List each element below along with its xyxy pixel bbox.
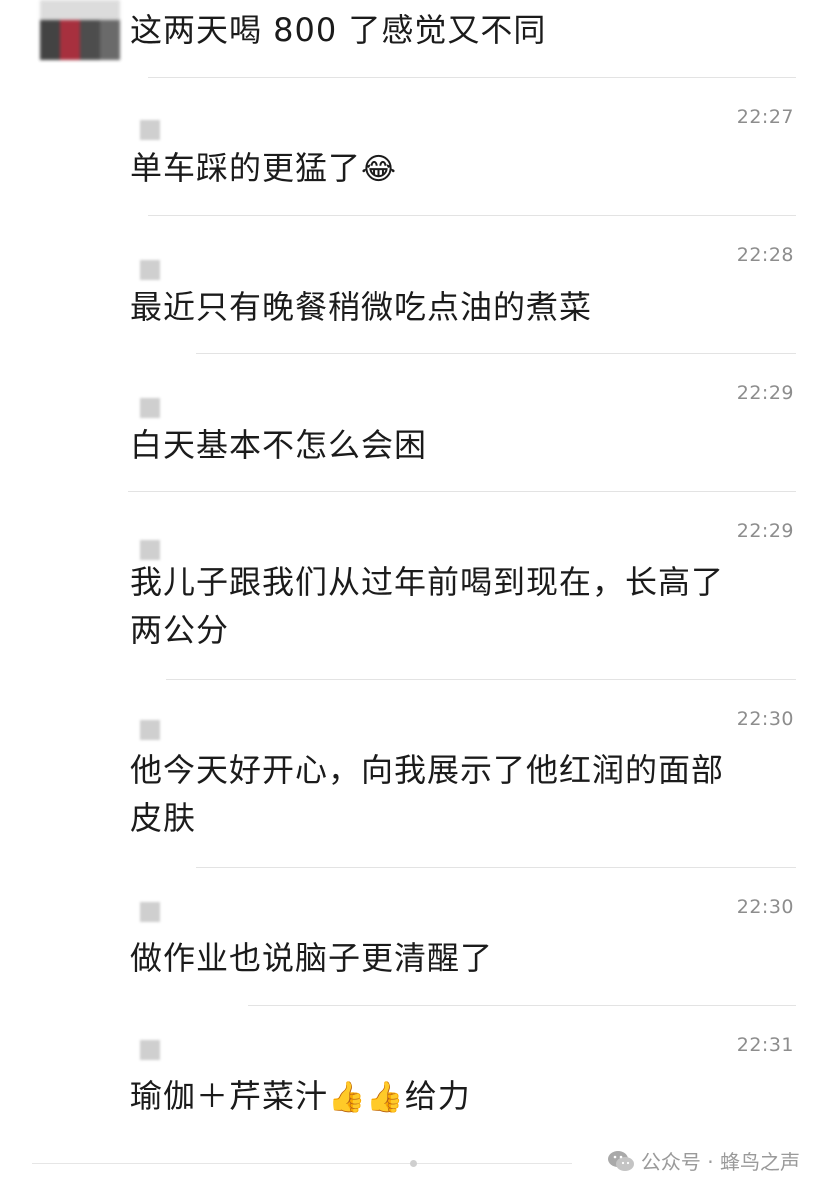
watermark-label: 公众号 · 蜂鸟之声: [640, 1150, 800, 1174]
message-divider: [196, 353, 796, 354]
message-text: 我儿子跟我们从过年前喝到现在，长高了 两公分: [130, 563, 725, 649]
message-body-suffix: 给力: [404, 1077, 471, 1115]
message-time: 22:30: [736, 896, 794, 918]
message-divider: [128, 491, 796, 492]
message-divider: [148, 215, 796, 216]
message-body: 瑜伽＋芹菜汁: [130, 1077, 329, 1115]
avatar[interactable]: [40, 0, 120, 60]
message-divider: [196, 867, 796, 868]
message-text: 最近只有晚餐稍微吃点油的煮菜: [130, 288, 593, 326]
avatar[interactable]: [140, 120, 160, 140]
footer-divider: [32, 1163, 572, 1164]
message-time: 22:27: [736, 106, 794, 128]
message-text: 他今天好开心，向我展示了他红润的面部 皮肤: [130, 751, 725, 837]
message-time: 22:30: [736, 708, 794, 730]
message-time: 22:31: [736, 1034, 794, 1056]
avatar[interactable]: [140, 1040, 160, 1060]
message-body: 单车踩的更猛了: [130, 149, 362, 187]
message-text: 瑜伽＋芹菜汁👍👍给力: [130, 1072, 471, 1122]
avatar[interactable]: [140, 398, 160, 418]
message-divider: [248, 1005, 796, 1006]
message-text: 白天基本不怎么会困: [130, 426, 428, 464]
laughing-emoji-icon: 😂: [361, 152, 398, 187]
message-text: 做作业也说脑子更清醒了: [130, 939, 494, 977]
watermark: 公众号 · 蜂鸟之声: [607, 1146, 800, 1175]
avatar[interactable]: [140, 902, 160, 922]
message-time: 22:28: [736, 244, 794, 266]
message-divider: [148, 77, 796, 78]
message-text: 这两天喝 800 了感觉又不同: [130, 11, 547, 49]
wechat-icon: [607, 1150, 634, 1171]
message-divider: [166, 679, 796, 680]
message-time: 22:29: [736, 382, 794, 404]
message-text: 单车踩的更猛了😂: [130, 144, 397, 194]
footer-dot: [410, 1160, 417, 1167]
avatar[interactable]: [140, 260, 160, 280]
avatar[interactable]: [140, 540, 160, 560]
avatar[interactable]: [140, 720, 160, 740]
message-time: 22:29: [736, 520, 794, 542]
thumbs-up-icon: 👍👍: [328, 1080, 405, 1115]
